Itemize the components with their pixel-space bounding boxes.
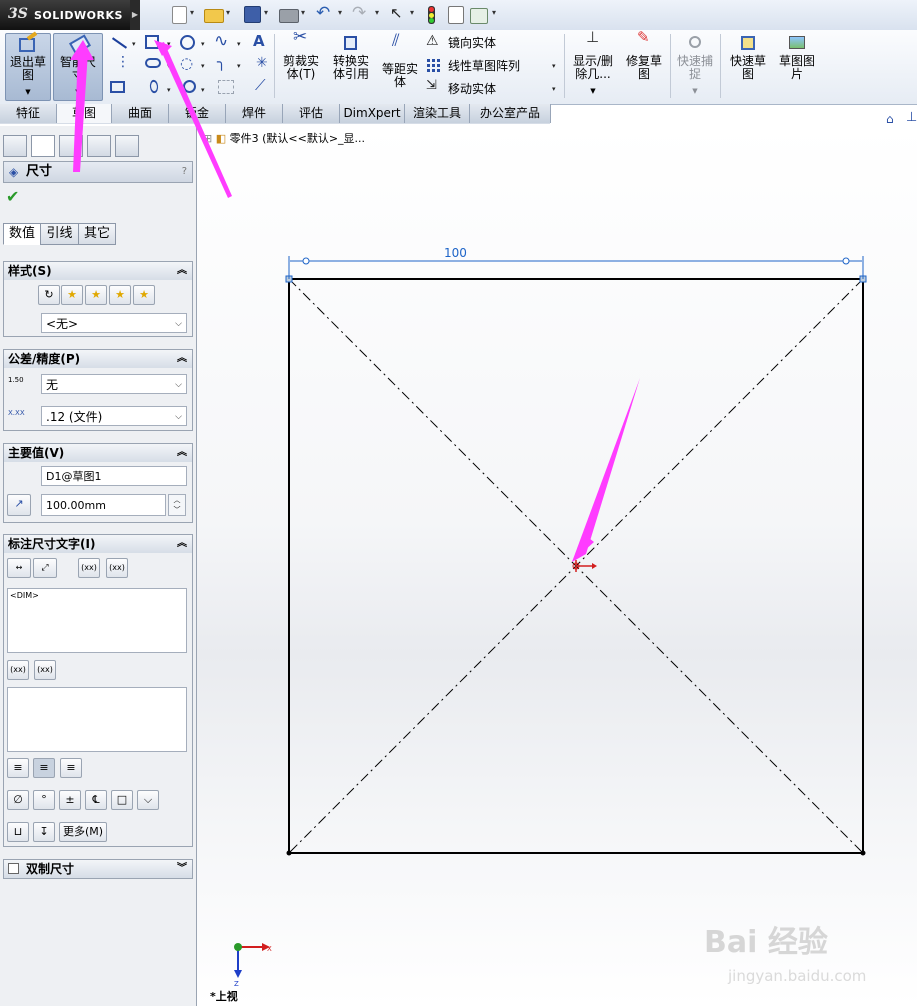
annotation-arrow-origin xyxy=(572,378,640,562)
origin-arrow-icon xyxy=(592,563,597,569)
view-name-label: *上视 xyxy=(210,989,238,1003)
dimension-value-text[interactable]: 100 xyxy=(444,246,467,260)
triad-z-label: Z xyxy=(234,980,239,988)
sketch-overlay: 100 X Z *上视 Bai 经验 jingyan.baidu.com xyxy=(70,40,867,1003)
annotation-arrow-rectangle xyxy=(158,42,232,198)
triad-origin-icon xyxy=(234,943,242,951)
baidu-watermark: Bai 经验 xyxy=(704,925,828,960)
corner-point-bottom-right[interactable] xyxy=(860,850,866,856)
annotation-arrow-smart-dimension xyxy=(73,52,88,172)
corner-point-bottom-left[interactable] xyxy=(286,850,292,856)
dimension-arrow-handle-left[interactable] xyxy=(302,257,310,265)
triad-x-label: X xyxy=(267,945,272,953)
annotation-arrowhead-smart-dimension xyxy=(70,40,94,60)
triad-z-arrow-icon xyxy=(234,970,242,978)
baidu-watermark-url: jingyan.baidu.com xyxy=(727,967,866,985)
dimension-arrow-handle-right[interactable] xyxy=(842,257,850,265)
